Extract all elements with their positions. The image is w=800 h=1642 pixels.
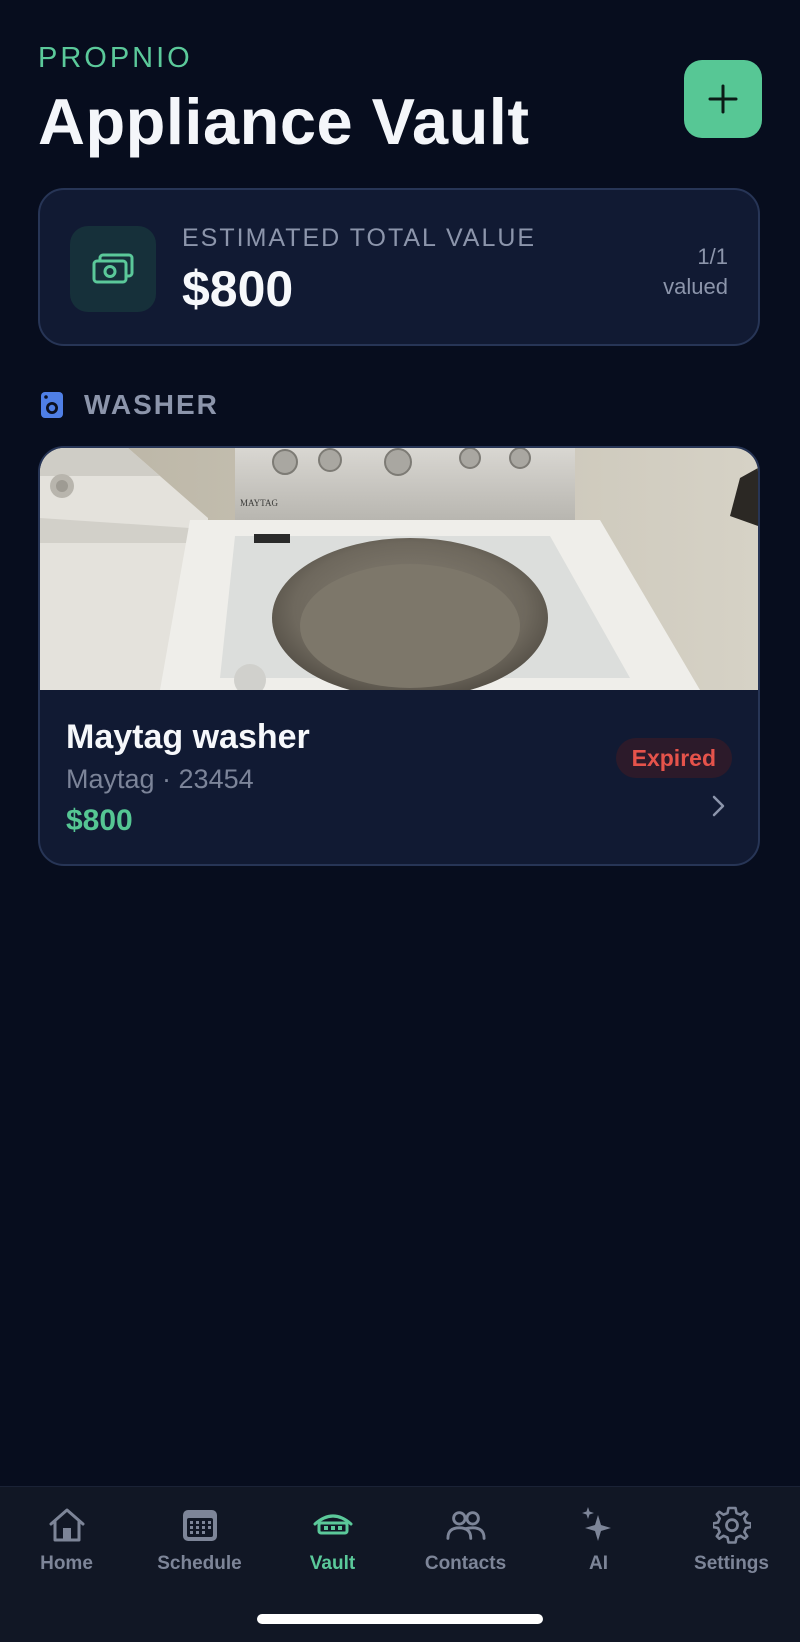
tab-label-contacts: Contacts bbox=[424, 1553, 507, 1574]
tab-schedule[interactable]: Schedule bbox=[133, 1505, 266, 1585]
tab-home[interactable]: Home bbox=[0, 1505, 133, 1585]
status-badge: Expired bbox=[615, 738, 732, 778]
tab-ai[interactable]: AI bbox=[532, 1505, 665, 1585]
appliance-price: $800 bbox=[66, 804, 133, 837]
valued-count-caption: valued bbox=[663, 274, 728, 299]
chevron-right-icon bbox=[712, 795, 725, 817]
brand-label: PROPNIO bbox=[38, 42, 193, 74]
tab-label-schedule: Schedule bbox=[157, 1553, 242, 1574]
summary-value: $800 bbox=[182, 261, 294, 317]
tab-label-vault: Vault bbox=[309, 1553, 356, 1574]
vault-house-icon bbox=[313, 1514, 352, 1535]
total-value-card: ESTIMATED TOTAL VALUE $800 1/1 valued bbox=[38, 188, 760, 346]
appliance-name: Maytag washer bbox=[66, 718, 310, 756]
appliance-photo: MAYTAG bbox=[40, 448, 758, 690]
home-indicator[interactable] bbox=[257, 1614, 543, 1624]
section-title: WASHER bbox=[84, 389, 219, 420]
home-icon bbox=[49, 1508, 84, 1542]
appliance-meta: Maytag · 23454 bbox=[66, 764, 254, 794]
washer-icon bbox=[41, 392, 63, 418]
valued-count-number: 1/1 bbox=[697, 244, 728, 269]
page-title: Appliance Vault bbox=[38, 85, 530, 158]
add-appliance-button[interactable] bbox=[684, 60, 762, 138]
section-header-washer: WASHER bbox=[40, 388, 219, 422]
calendar-icon bbox=[182, 1510, 217, 1541]
summary-label: ESTIMATED TOTAL VALUE bbox=[182, 224, 537, 252]
tab-settings[interactable]: Settings bbox=[665, 1505, 798, 1585]
header: PROPNIO Appliance Vault bbox=[38, 38, 762, 158]
money-icon bbox=[92, 253, 134, 284]
tab-label-ai: AI bbox=[589, 1553, 608, 1574]
gear-icon bbox=[712, 1506, 751, 1544]
appliance-card[interactable]: MAYTAG Maytag washer Maytag · 23454 $800… bbox=[38, 446, 760, 866]
sparkles-icon bbox=[581, 1507, 611, 1541]
valued-count: 1/1 valued bbox=[663, 242, 728, 302]
tab-label-home: Home bbox=[40, 1553, 93, 1574]
tab-label-settings: Settings bbox=[694, 1553, 769, 1574]
photo-brand-text: MAYTAG bbox=[240, 498, 278, 508]
plus-icon bbox=[708, 84, 738, 114]
people-icon bbox=[445, 1511, 486, 1540]
summary-icon-container bbox=[70, 226, 156, 312]
tab-contacts[interactable]: Contacts bbox=[399, 1505, 532, 1585]
tab-vault[interactable]: Vault bbox=[266, 1505, 399, 1585]
